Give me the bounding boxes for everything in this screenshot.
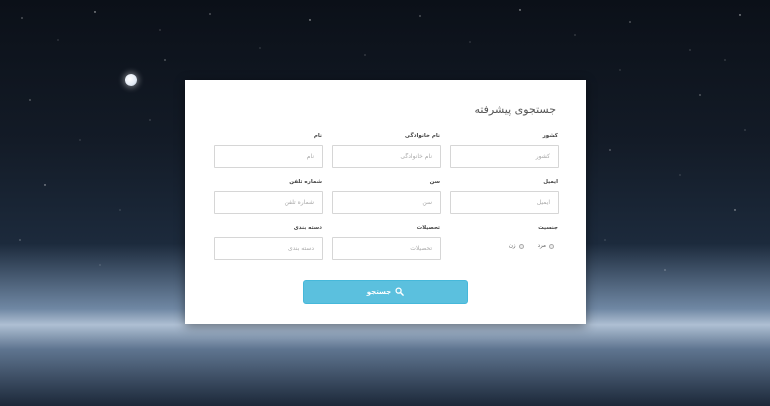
first-name-label: نام: [313, 133, 322, 139]
first-name-field: نام: [214, 132, 323, 168]
search-button-label: جستجو: [366, 288, 392, 296]
first-name-input[interactable]: [214, 145, 323, 168]
email-input[interactable]: [450, 191, 559, 214]
category-input[interactable]: [214, 237, 323, 260]
education-input[interactable]: [332, 237, 441, 260]
gender-option-male[interactable]: مرد: [538, 241, 554, 251]
education-label: تحصیلات: [416, 225, 440, 231]
country-field: کشور: [450, 132, 559, 168]
last-name-input[interactable]: [332, 145, 441, 168]
radio-male[interactable]: [549, 243, 554, 249]
age-label: سن: [429, 179, 440, 185]
category-label: دسته بندی: [293, 225, 322, 231]
age-field: سن: [332, 178, 441, 214]
advanced-search-card: جستجوی پیشرفته کشور نام خانوادگی نام ایم…: [185, 80, 586, 324]
last-name-label: نام خانوادگی: [404, 133, 440, 139]
radio-female[interactable]: [518, 243, 524, 249]
gender-option-female-label: زن: [508, 243, 516, 249]
category-field: دسته بندی: [214, 224, 323, 260]
phone-label: شماره تلفن: [289, 179, 322, 185]
age-input[interactable]: [332, 191, 441, 214]
phone-input[interactable]: [214, 191, 323, 214]
gender-radio-group: مرد زن: [450, 241, 559, 251]
gender-label: جنسیت: [538, 225, 558, 231]
country-label: کشور: [542, 133, 558, 139]
last-name-field: نام خانوادگی: [332, 132, 441, 168]
page-title: جستجوی پیشرفته: [474, 103, 556, 116]
moon-image: [125, 74, 137, 86]
gender-field: جنسیت مرد زن: [450, 224, 559, 251]
search-button[interactable]: جستجو: [303, 280, 468, 304]
education-field: تحصیلات: [332, 224, 441, 260]
gender-option-male-label: مرد: [537, 243, 546, 249]
country-input[interactable]: [450, 145, 559, 168]
search-icon: [395, 286, 405, 298]
email-field: ایمیل: [450, 178, 559, 214]
gender-option-female[interactable]: زن: [509, 241, 524, 251]
email-label: ایمیل: [543, 179, 558, 185]
phone-field: شماره تلفن: [214, 178, 323, 214]
